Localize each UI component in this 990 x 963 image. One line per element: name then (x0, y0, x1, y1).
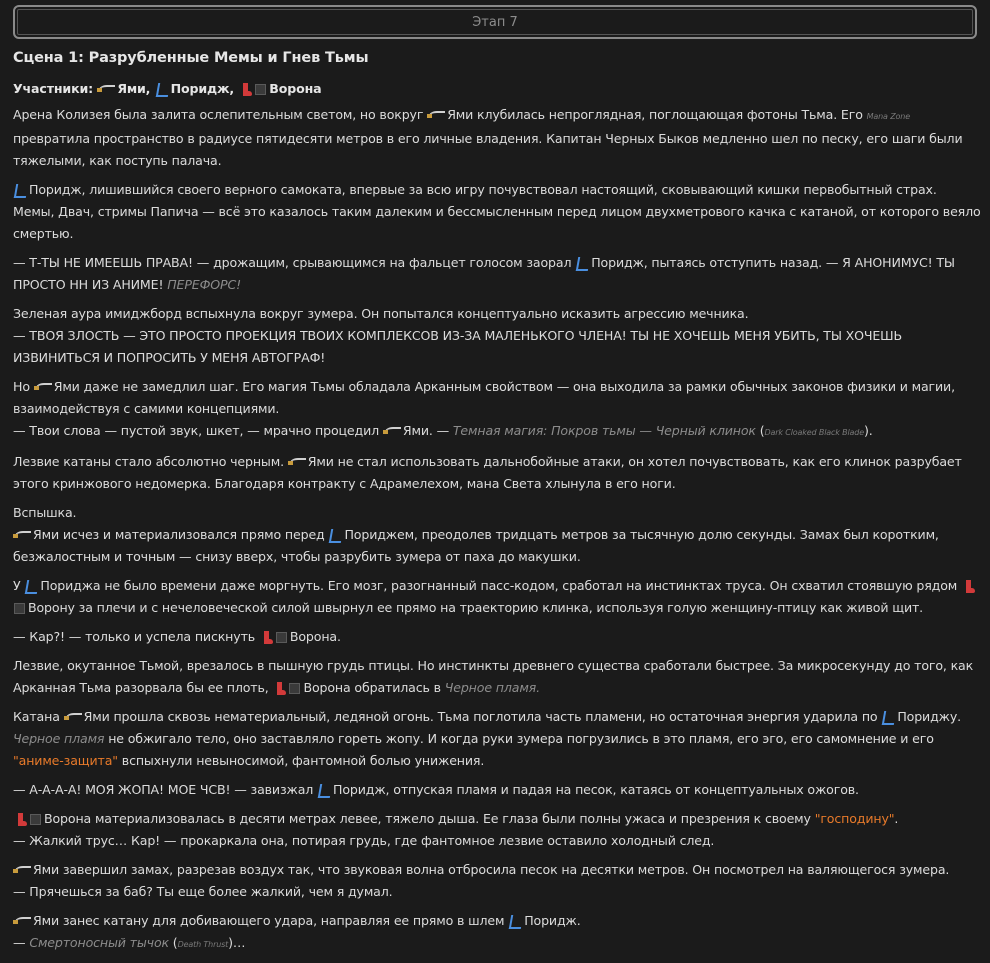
katana-icon (97, 84, 116, 95)
paragraph: Но Ями даже не замедлил шаг. Его магия Т… (13, 379, 955, 438)
katana-icon (427, 110, 446, 121)
scooter-icon (329, 528, 344, 543)
paragraph: Лезвие, окутанное Тьмой, врезалось в пыш… (13, 658, 974, 695)
paragraph: Вспышка. Ями исчез и материализовался пр… (13, 505, 939, 564)
scooter-icon (508, 914, 524, 929)
scene-title: Сцена 1: Разрубленные Мемы и Гнев Тьмы (13, 50, 369, 66)
red-boot-icon (963, 580, 975, 593)
paragraph: Зеленая аура имиджборд вспыхнула вокруг … (13, 306, 902, 365)
paragraph: Лезвие катаны стало абсолютно черным. Ям… (13, 454, 962, 491)
paragraph: Арена Колизея была залита ослепительным … (13, 107, 963, 168)
katana-icon (13, 530, 31, 541)
stage-label: Этап 7 (472, 14, 518, 30)
black-square-icon (289, 683, 301, 694)
paragraph: Ями занес катану для добивающего удара, … (13, 913, 581, 950)
black-square-icon (30, 814, 41, 825)
paragraph: Поридж, лишившийся своего верного самока… (13, 182, 981, 241)
paragraph: — Т-ТЫ НЕ ИМЕЕШЬ ПРАВА! — дрожащим, срыв… (13, 255, 955, 292)
scooter-icon (155, 82, 170, 97)
red-boot-icon (261, 631, 273, 644)
mana-zone-term: Mana Zone (866, 112, 910, 121)
paragraph: Ворона материализовалась в десяти метрах… (13, 811, 899, 848)
black-square-icon (275, 632, 287, 643)
paragraph: — А-А-А-А! МОЯ ЖОПА! МОЕ ЧСВ! — завизжал… (13, 782, 859, 798)
spell-term: Смертоносный тычок (29, 935, 169, 950)
story-content: Сцена 1: Разрубленные Мемы и Гнев Тьмы У… (13, 48, 981, 963)
red-boot-icon (15, 813, 27, 826)
participants-line: Участники: Ями, Поридж, Ворона (13, 81, 322, 97)
red-boot-icon (240, 83, 253, 96)
scooter-icon (13, 183, 29, 198)
stage-header: Этап 7 (13, 5, 977, 39)
spell-term: Темная магия: Покров тьмы — Черный клино… (452, 423, 756, 438)
katana-icon (382, 426, 401, 437)
katana-icon (13, 865, 31, 876)
katana-icon (63, 712, 82, 723)
paragraph: У Пориджа не было времени даже моргнуть.… (13, 575, 981, 619)
red-boot-icon (274, 682, 287, 695)
scooter-icon (882, 710, 897, 725)
katana-icon (287, 457, 306, 468)
black-square-icon (14, 603, 25, 614)
spell-english: Dark Cloaked Black Blade (764, 428, 865, 437)
scooter-icon (25, 579, 40, 594)
paragraph: Ями завершил замах, разрезав воздух так,… (13, 862, 950, 899)
highlight-term: "аниме-защита" (13, 753, 118, 768)
scooter-icon (317, 783, 333, 798)
paragraph: — Кар?! — только и успела пискнуть Ворон… (13, 629, 341, 644)
black-square-icon (255, 84, 267, 95)
spell-term: ПЕРЕФОРС! (167, 277, 242, 292)
katana-icon (13, 916, 31, 927)
paragraph: Катана Ями прошла сквозь нематериальный,… (13, 709, 961, 768)
scooter-icon (575, 256, 591, 271)
katana-icon (33, 382, 52, 393)
spell-english: Death Thrust (177, 940, 229, 949)
spell-term: Черное пламя. (444, 680, 540, 695)
spell-term: Черное пламя (13, 731, 105, 746)
highlight-term: "господину" (814, 811, 895, 826)
